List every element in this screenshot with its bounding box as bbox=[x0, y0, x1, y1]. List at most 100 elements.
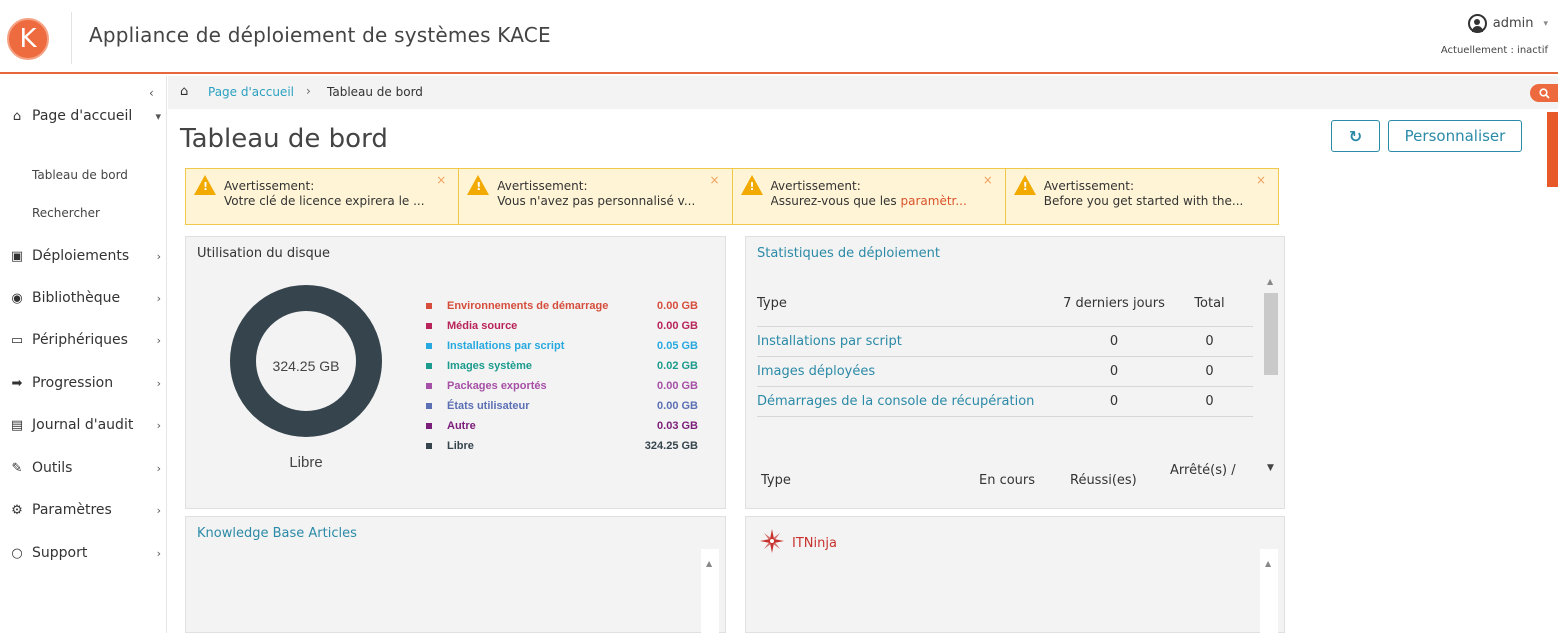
vertical-scrollbar[interactable]: ▲ ▼ bbox=[1264, 277, 1278, 477]
itninja-title[interactable]: ITNinja bbox=[792, 536, 837, 551]
sidebar-item-label: Support bbox=[32, 545, 88, 561]
sidebar-item-label: Progression bbox=[32, 375, 114, 391]
row-type-link[interactable]: Installations par script bbox=[757, 334, 1062, 349]
panel-title-link[interactable]: Statistiques de déploiement bbox=[757, 246, 940, 261]
refresh-button[interactable]: ↻ bbox=[1331, 120, 1380, 152]
sidebar-item-devices[interactable]: ▭ Périphériques › bbox=[8, 327, 166, 353]
sidebar-collapse-icon[interactable]: ‹ bbox=[149, 86, 154, 100]
sidebar-item-progress[interactable]: ➡ Progression › bbox=[8, 370, 166, 396]
legend-value: 0.00 GB bbox=[657, 400, 698, 412]
warning-alert[interactable]: ! × Avertissement: Votre clé de licence … bbox=[185, 168, 460, 225]
scroll-up-icon[interactable]: ▲ bbox=[706, 559, 712, 568]
sidebar-item-support[interactable]: ○ Support › bbox=[8, 540, 166, 566]
sidebar-item-audit-log[interactable]: ▤ Journal d'audit › bbox=[8, 412, 166, 438]
alert-text: Votre clé de licence expirera le ... bbox=[224, 194, 425, 208]
donut-center-value: 324.25 GB bbox=[272, 358, 340, 374]
row-type-link[interactable]: Démarrages de la console de récupération bbox=[757, 394, 1062, 409]
customize-button[interactable]: Personnaliser bbox=[1388, 120, 1522, 152]
legend-label: Environnements de démarrage bbox=[447, 300, 609, 312]
legend-item[interactable]: Autre 0.03 GB bbox=[426, 416, 698, 436]
panel-title: Utilisation du disque bbox=[197, 246, 330, 261]
feedback-side-tab[interactable] bbox=[1547, 112, 1558, 187]
itninja-logo-icon bbox=[760, 529, 784, 553]
sidebar-item-deployments[interactable]: ▣ Déploiements › bbox=[8, 243, 166, 269]
breadcrumb-current: Tableau de bord bbox=[327, 85, 423, 99]
close-icon[interactable]: × bbox=[1256, 173, 1266, 187]
alert-title: Avertissement: bbox=[224, 179, 315, 193]
column-header: Réussi(es) bbox=[1070, 473, 1137, 488]
knowledge-base-panel: Knowledge Base Articles ▲ bbox=[185, 516, 726, 634]
scroll-down-icon[interactable]: ▼ bbox=[1267, 463, 1274, 473]
scroll-up-icon[interactable]: ▲ bbox=[1265, 559, 1271, 568]
app-header: K Appliance de déploiement de systèmes K… bbox=[0, 0, 1558, 74]
chevron-right-icon: › bbox=[156, 376, 161, 390]
alert-text: Vous n'avez pas personnalisé v... bbox=[497, 194, 696, 208]
sidebar-item-settings[interactable]: ⚙ Paramètres › bbox=[8, 497, 166, 523]
sidebar-subitem-search[interactable]: Rechercher bbox=[32, 206, 100, 220]
row-type-link[interactable]: Images déployées bbox=[757, 364, 1062, 379]
close-icon[interactable]: × bbox=[983, 173, 993, 187]
table-row: Images déployées 0 0 bbox=[757, 357, 1253, 387]
legend-item[interactable]: Média source 0.00 GB bbox=[426, 316, 698, 336]
chevron-right-icon: › bbox=[156, 333, 161, 347]
itninja-panel: ITNinja ▲ bbox=[745, 516, 1285, 634]
legend-item[interactable]: Installations par script 0.05 GB bbox=[426, 336, 698, 356]
sidebar-item-home[interactable]: ⌂ Page d'accueil ▾ bbox=[8, 103, 166, 129]
wrench-icon: ✎ bbox=[11, 460, 23, 476]
donut-label: Libre bbox=[289, 454, 323, 471]
breadcrumb-home-link[interactable]: Page d'accueil bbox=[208, 85, 294, 99]
gear-icon: ⚙ bbox=[11, 502, 23, 518]
sidebar-item-label: Périphériques bbox=[32, 332, 128, 348]
legend-item[interactable]: Images système 0.02 GB bbox=[426, 356, 698, 376]
close-icon[interactable]: × bbox=[436, 173, 446, 187]
panel-title-link[interactable]: Knowledge Base Articles bbox=[197, 526, 357, 541]
sidebar-item-tools[interactable]: ✎ Outils › bbox=[8, 455, 166, 481]
sidebar-item-label: Page d'accueil bbox=[32, 108, 133, 124]
legend-label: Libre bbox=[447, 440, 474, 452]
row-value: 0 bbox=[1205, 394, 1214, 409]
home-icon[interactable]: ⌂ bbox=[180, 84, 188, 99]
sidebar-item-library[interactable]: ◉ Bibliothèque › bbox=[8, 285, 166, 311]
legend-value: 0.00 GB bbox=[657, 320, 698, 332]
user-icon bbox=[1467, 14, 1487, 33]
legend-swatch bbox=[426, 423, 432, 429]
row-value: 0 bbox=[1109, 364, 1119, 379]
user-menu[interactable]: admin ▾ Actuellement : inactif bbox=[1441, 14, 1548, 56]
legend-item[interactable]: Environnements de démarrage 0.00 GB bbox=[426, 296, 698, 316]
home-icon: ⌂ bbox=[12, 108, 22, 124]
column-header: 7 derniers jours bbox=[1063, 296, 1165, 311]
row-value: 0 bbox=[1205, 334, 1214, 349]
breadcrumb: ⌂ Page d'accueil › Tableau de bord bbox=[168, 76, 1558, 109]
sidebar-item-label: Paramètres bbox=[32, 502, 112, 518]
column-header: En cours bbox=[979, 473, 1036, 488]
chevron-down-icon[interactable]: ▾ bbox=[1543, 19, 1548, 29]
kace-logo-icon[interactable]: K bbox=[7, 18, 49, 60]
close-icon[interactable]: × bbox=[709, 173, 719, 187]
warning-alert[interactable]: ! × Avertissement: Before you get starte… bbox=[1005, 168, 1279, 225]
legend-label: Installations par script bbox=[447, 340, 565, 352]
settings-link[interactable]: paramètr... bbox=[901, 194, 967, 208]
scroll-up-icon[interactable]: ▲ bbox=[1267, 277, 1273, 286]
sidebar-subitem-dashboard[interactable]: Tableau de bord bbox=[32, 168, 128, 182]
chevron-right-icon: › bbox=[156, 291, 161, 305]
legend-item[interactable]: États utilisateur 0.00 GB bbox=[426, 396, 698, 416]
vertical-scrollbar[interactable]: ▲ bbox=[701, 549, 719, 634]
scroll-thumb[interactable] bbox=[1264, 293, 1278, 375]
vertical-scrollbar[interactable]: ▲ bbox=[1260, 549, 1278, 634]
warning-alert[interactable]: ! × Avertissement: Vous n'avez pas perso… bbox=[459, 168, 733, 225]
warning-alert[interactable]: ! × Avertissement: Assurez-vous que les … bbox=[732, 168, 1006, 225]
legend-item[interactable]: Packages exportés 0.00 GB bbox=[426, 376, 698, 396]
sidebar-item-label: Déploiements bbox=[32, 248, 130, 264]
row-value: 0 bbox=[1109, 334, 1119, 349]
journal-icon: ▤ bbox=[10, 417, 24, 433]
legend-swatch bbox=[426, 303, 432, 309]
legend-item[interactable]: Libre 324.25 GB bbox=[426, 436, 698, 456]
user-name[interactable]: admin bbox=[1493, 16, 1534, 31]
legend-swatch bbox=[426, 363, 432, 369]
chevron-right-icon: › bbox=[156, 418, 161, 432]
legend-value: 0.03 GB bbox=[657, 420, 698, 432]
user-status: Actuellement : inactif bbox=[1440, 45, 1548, 56]
library-icon: ◉ bbox=[11, 290, 23, 306]
search-icon[interactable] bbox=[1530, 84, 1558, 102]
app-title: Appliance de déploiement de systèmes KAC… bbox=[89, 23, 551, 47]
